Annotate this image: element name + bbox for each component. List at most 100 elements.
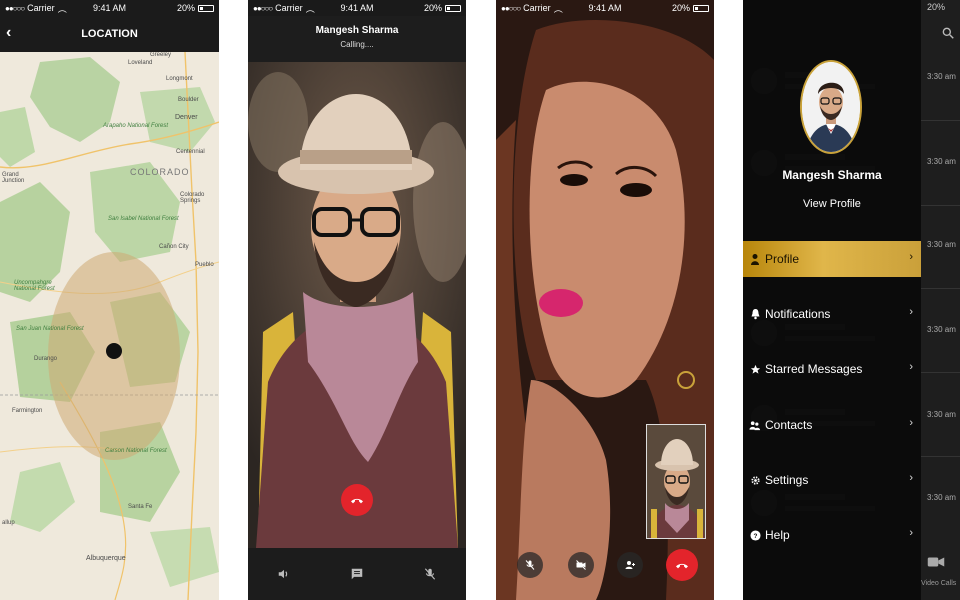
- call-toolbar: [248, 548, 466, 600]
- chevron-left-icon[interactable]: ‹: [6, 24, 11, 42]
- map-label: San Juan National Forest: [16, 326, 84, 332]
- location-screen: ●●○○○ Carrier ︵ 9:41 AM 20% ‹ LOCATION G…: [0, 0, 219, 600]
- wifi-icon: ︵: [305, 3, 315, 14]
- menu-item-notifications[interactable]: Notifications ›: [743, 296, 921, 332]
- end-call-button[interactable]: [341, 484, 373, 516]
- svg-text:?: ?: [753, 532, 757, 539]
- menu-item-starred-messages[interactable]: Starred Messages ›: [743, 351, 921, 387]
- map-label: allup: [2, 520, 15, 526]
- wifi-icon: ︵: [57, 3, 67, 14]
- map-label: Colorado Springs: [180, 192, 205, 204]
- end-call-icon: [351, 498, 363, 504]
- battery-icon: [445, 4, 461, 12]
- menu-item-label: Starred Messages: [765, 362, 863, 376]
- battery-percent: 20%: [176, 3, 195, 13]
- end-call-icon: [676, 563, 688, 569]
- chat-time: 3:30 am: [927, 325, 956, 334]
- chat-time: 3:30 am: [927, 72, 956, 81]
- bell-icon: [749, 308, 761, 320]
- map-view[interactable]: Greeley Loveland Longmont Boulder Denver…: [0, 52, 219, 600]
- end-call-button[interactable]: [666, 549, 698, 581]
- menu-item-settings[interactable]: Settings ›: [743, 462, 921, 498]
- map-label: Centennial: [176, 149, 205, 155]
- search-icon[interactable]: [941, 26, 955, 45]
- mute-microphone-icon[interactable]: [418, 562, 442, 586]
- map-label: COLORADO: [130, 167, 190, 177]
- caller-photo: [248, 62, 466, 548]
- chevron-right-icon: ›: [909, 527, 913, 539]
- map-label: Arapaho National Forest: [103, 123, 169, 129]
- map-label: Uncompahgre National Forest: [14, 280, 55, 292]
- battery-icon: [693, 4, 709, 12]
- chevron-right-icon: ›: [909, 361, 913, 373]
- status-bar: ●●○○○ Carrier ︵ 9:41 AM 20%: [496, 0, 714, 16]
- status-bar: ●●○○○ Carrier ︵ 9:41 AM 20%: [248, 0, 466, 16]
- tab-video-calls[interactable]: Video Calls: [921, 580, 956, 587]
- help-icon: ?: [749, 529, 761, 541]
- mute-microphone-icon: [525, 560, 535, 570]
- call-header: Mangesh Sharma Calling....: [248, 16, 466, 62]
- add-user-button[interactable]: [617, 552, 643, 578]
- video-off-icon: [576, 560, 586, 570]
- chevron-right-icon: ›: [909, 417, 913, 429]
- chat-time: 3:30 am: [927, 240, 956, 249]
- map-label: Durango: [34, 356, 58, 362]
- menu-item-label: Settings: [765, 473, 809, 487]
- avatar[interactable]: [800, 60, 862, 154]
- map-label: Carson National Forest: [105, 448, 167, 454]
- caller-name: Mangesh Sharma: [315, 25, 399, 36]
- self-preview-video[interactable]: [646, 424, 706, 539]
- map-label: Boulder: [178, 97, 199, 103]
- map-label: San Isabel National Forest: [108, 216, 179, 222]
- carrier-label: Carrier: [27, 3, 55, 13]
- map-label: Loveland: [128, 60, 153, 66]
- self-portrait-image: [647, 425, 705, 538]
- status-bar: ●●○○○ Carrier ︵ 9:41 AM 20%: [0, 0, 219, 16]
- video-call-screen: ●●○○○ Carrier ︵ 9:41 AM 20%: [496, 0, 714, 600]
- map-label: Denver: [175, 114, 198, 121]
- gear-icon: [749, 474, 761, 486]
- location-pin-icon[interactable]: [106, 343, 122, 359]
- menu-item-profile[interactable]: Profile ›: [743, 241, 921, 277]
- map-label: Longmont: [166, 76, 193, 82]
- video-call-controls: [496, 548, 714, 584]
- mute-microphone-button[interactable]: [517, 552, 543, 578]
- chat-time: 3:30 am: [927, 410, 956, 419]
- message-icon[interactable]: [345, 562, 369, 586]
- app-screens-showcase: ●●○○○ Carrier ︵ 9:41 AM 20% ‹ LOCATION G…: [0, 0, 960, 600]
- menu-item-label: Help: [765, 528, 790, 542]
- map-label: Greeley: [150, 52, 172, 58]
- add-user-icon: [625, 561, 635, 569]
- person-icon: [749, 253, 761, 265]
- battery-percent: 20%: [671, 3, 690, 13]
- map-label: Albuquerque: [86, 555, 126, 562]
- star-icon: [749, 363, 761, 375]
- call-status: Calling....: [340, 40, 374, 49]
- location-header: ‹ LOCATION: [0, 16, 219, 52]
- chevron-right-icon: ›: [909, 251, 913, 263]
- map-label: Pueblo: [195, 262, 214, 268]
- video-camera-icon[interactable]: [927, 555, 945, 574]
- chat-time: 3:30 am: [927, 157, 956, 166]
- menu-item-contacts[interactable]: Contacts ›: [743, 407, 921, 443]
- menu-item-label: Profile: [765, 252, 800, 266]
- caller-portrait-image: [248, 62, 466, 548]
- menu-item-label: Notifications: [765, 307, 831, 321]
- profile-name: Mangesh Sharma: [782, 168, 882, 182]
- contacts-icon: [749, 419, 761, 431]
- carrier-label: Carrier: [523, 3, 551, 13]
- view-profile-link[interactable]: View Profile: [743, 198, 921, 210]
- profile-photo: [802, 62, 860, 152]
- navigation-drawer: Mangesh Sharma View Profile Profile › No…: [743, 0, 921, 600]
- calling-screen: ●●○○○ Carrier ︵ 9:41 AM 20% Mangesh Sharma…: [248, 0, 466, 600]
- menu-item-label: Contacts: [765, 418, 813, 432]
- map-label: Farmington: [12, 408, 43, 414]
- menu-screen: 20% 3:30 am 3:30 am 3:30 am 3:30 am 3:30…: [743, 0, 960, 600]
- menu-item-help[interactable]: ? Help ›: [743, 517, 921, 553]
- speaker-icon[interactable]: [272, 562, 296, 586]
- chat-list-edge: 20% 3:30 am 3:30 am 3:30 am 3:30 am 3:30…: [921, 0, 960, 600]
- battery-percent: 20%: [927, 2, 946, 12]
- carrier-label: Carrier: [275, 3, 303, 13]
- video-off-button[interactable]: [568, 552, 594, 578]
- map-label: Cañon City: [159, 244, 189, 250]
